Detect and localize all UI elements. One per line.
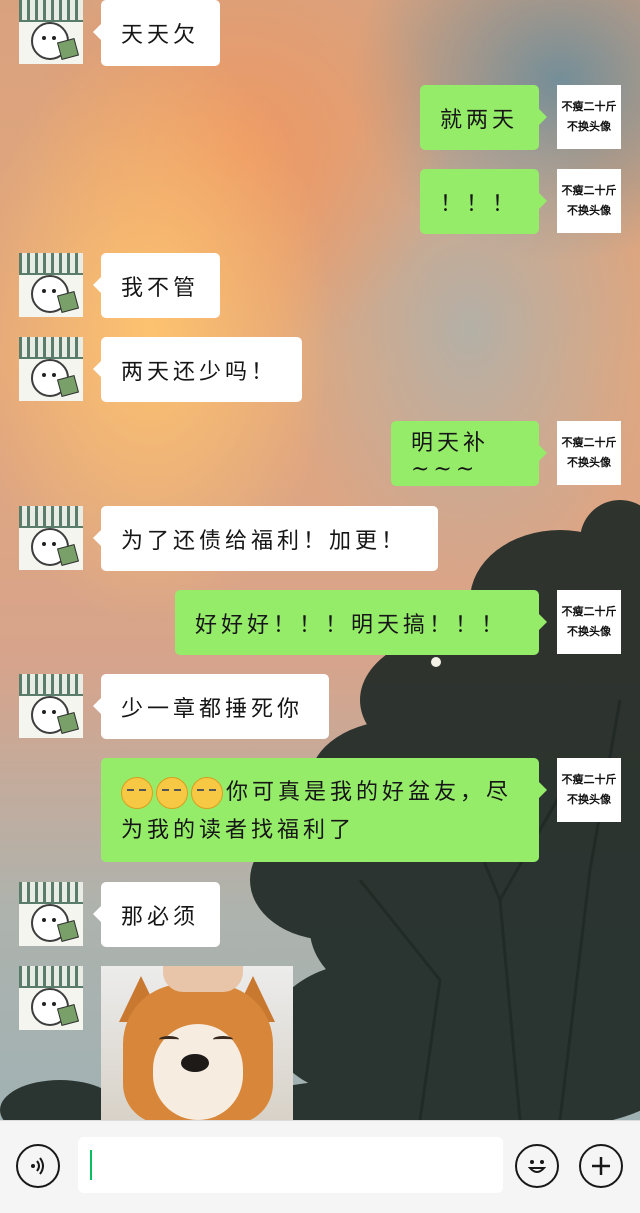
- smirk-face-emoji: [121, 777, 153, 809]
- smirk-face-emoji: [156, 777, 188, 809]
- message-bubble[interactable]: 天天欠: [93, 0, 220, 66]
- message-bubble[interactable]: ！！！: [420, 169, 547, 234]
- self-avatar-line1: 不瘦二十斤: [561, 185, 617, 197]
- message-bubble[interactable]: 少一章都捶死你: [93, 674, 329, 739]
- self-avatar-line1: 不瘦二十斤: [561, 101, 617, 113]
- message-bubble[interactable]: 那必须: [93, 882, 220, 947]
- emoji-icon[interactable]: [515, 1144, 559, 1188]
- self-avatar[interactable]: 不瘦二十斤 不换头像: [557, 758, 621, 822]
- self-avatar-line1: 不瘦二十斤: [561, 606, 617, 618]
- contact-avatar[interactable]: [19, 0, 83, 64]
- message-input[interactable]: [78, 1137, 503, 1193]
- message-bubble[interactable]: 就两天: [420, 85, 547, 150]
- self-avatar[interactable]: 不瘦二十斤 不换头像: [557, 590, 621, 654]
- message-bubble[interactable]: 两天还少吗！: [93, 337, 302, 402]
- input-bar: [0, 1120, 640, 1213]
- smirk-face-emoji: [191, 777, 223, 809]
- message-bubble[interactable]: 好好好！！！明天搞！！！: [175, 590, 547, 655]
- message-text: 你可真是我的好盆友，尽 为我的读者找福利了: [121, 774, 512, 850]
- voice-icon[interactable]: [16, 1144, 60, 1188]
- self-avatar[interactable]: 不瘦二十斤 不换头像: [557, 169, 621, 233]
- message-line-1: 你可真是我的好盆友，尽: [226, 780, 513, 805]
- message-bubble[interactable]: 为了还债给福利！加更！: [93, 506, 438, 571]
- contact-avatar[interactable]: [19, 337, 83, 401]
- self-avatar-line2: 不换头像: [567, 794, 611, 806]
- shiba-dog-photo[interactable]: [101, 966, 293, 1120]
- self-avatar-line2: 不换头像: [567, 205, 611, 217]
- self-avatar-line2: 不换头像: [567, 457, 611, 469]
- self-avatar-line2: 不换头像: [567, 121, 611, 133]
- message-bubble[interactable]: 你可真是我的好盆友，尽 为我的读者找福利了: [101, 758, 547, 862]
- message-bubble[interactable]: 我不管: [93, 253, 220, 318]
- contact-avatar[interactable]: [19, 882, 83, 946]
- contact-avatar[interactable]: [19, 506, 83, 570]
- plus-icon-glyph: [592, 1157, 610, 1175]
- message-bubble[interactable]: 明天补~~~: [391, 421, 547, 486]
- contact-avatar[interactable]: [19, 253, 83, 317]
- self-avatar-line1: 不瘦二十斤: [561, 774, 617, 786]
- message-line-2: 为我的读者找福利了: [121, 818, 356, 843]
- contact-avatar[interactable]: [19, 966, 83, 1030]
- self-avatar[interactable]: 不瘦二十斤 不换头像: [557, 85, 621, 149]
- plus-icon[interactable]: [579, 1144, 623, 1188]
- self-avatar-line2: 不换头像: [567, 626, 611, 638]
- text-cursor: [90, 1150, 92, 1180]
- self-avatar[interactable]: 不瘦二十斤 不换头像: [557, 421, 621, 485]
- contact-avatar[interactable]: [19, 674, 83, 738]
- voice-icon-glyph: [31, 1157, 44, 1175]
- self-avatar-line1: 不瘦二十斤: [561, 437, 617, 449]
- emoji-icon-glyph: [527, 1160, 547, 1173]
